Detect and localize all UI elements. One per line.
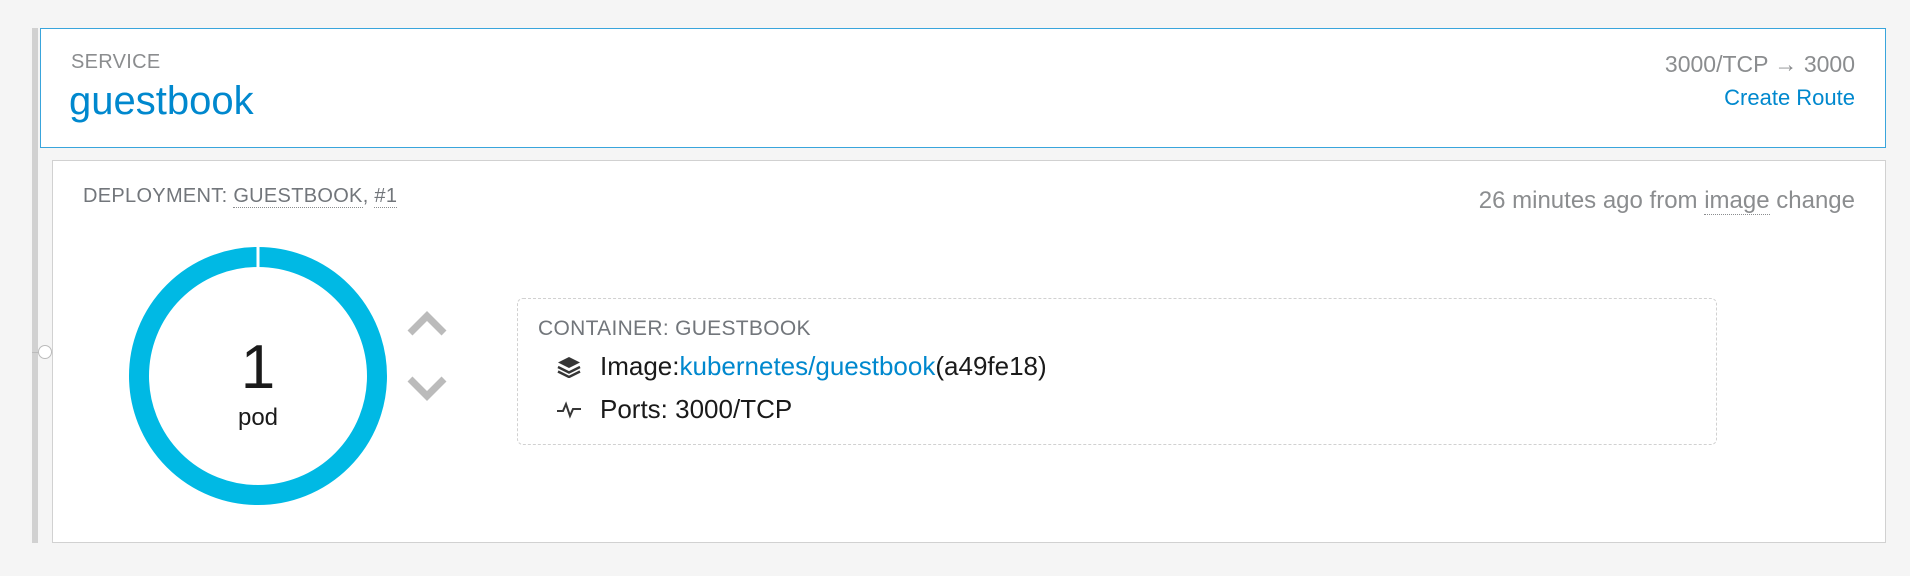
container-panel: CONTAINER: GUESTBOOK Image: kubernetes/g…: [517, 298, 1717, 445]
service-ports: 3000/TCP → 3000: [1664, 51, 1855, 77]
deployment-header: DEPLOYMENT: GUESTBOOK, #1: [83, 185, 398, 208]
create-route-link[interactable]: Create Route: [1724, 85, 1855, 111]
scale-down-button[interactable]: [403, 369, 451, 409]
pod-unit-label: pod: [237, 404, 279, 431]
deployment-trigger[interactable]: image: [1704, 187, 1770, 215]
deployment-separator: ,: [362, 185, 375, 207]
container-image-row: Image: kubernetes/guestbook (a49fe18): [556, 351, 1047, 382]
service-group: SERVICE guestbook 3000/TCP → 3000 Create…: [32, 0, 1890, 576]
pod-count: 1: [240, 333, 276, 402]
deployment-timestamp: 26 minutes ago from image change: [1479, 187, 1855, 215]
deployment-time-ago: 26 minutes ago from: [1478, 187, 1705, 214]
pod-donut-chart[interactable]: 1 pod: [128, 246, 388, 506]
deployment-name-link[interactable]: GUESTBOOK: [233, 185, 363, 208]
connector-dot: [38, 345, 52, 359]
chevron-up-icon: [407, 311, 447, 336]
service-name-link[interactable]: guestbook: [69, 79, 254, 124]
container-image-id: (a49fe18): [935, 351, 1047, 381]
deployment-revision-link[interactable]: #1: [374, 185, 398, 208]
service-card: SERVICE guestbook 3000/TCP → 3000 Create…: [40, 28, 1886, 148]
chevron-down-icon: [407, 376, 447, 401]
container-image-link[interactable]: kubernetes/guestbook: [680, 351, 936, 382]
layers-icon: [556, 354, 582, 380]
pulse-icon: [556, 397, 582, 423]
container-title: CONTAINER: GUESTBOOK: [538, 317, 811, 340]
group-rail: [32, 28, 38, 543]
container-image-label: Image:: [600, 351, 680, 381]
deployment-card: DEPLOYMENT: GUESTBOOK, #1 26 minutes ago…: [52, 160, 1886, 543]
scale-up-button[interactable]: [403, 303, 451, 343]
deployment-label-prefix: DEPLOYMENT:: [83, 185, 234, 207]
deployment-trigger-suffix: change: [1769, 187, 1855, 214]
service-kind-label: SERVICE: [71, 51, 161, 73]
container-ports-label: Ports: 3000/TCP: [600, 394, 793, 424]
container-ports-row: Ports: 3000/TCP: [556, 394, 792, 425]
